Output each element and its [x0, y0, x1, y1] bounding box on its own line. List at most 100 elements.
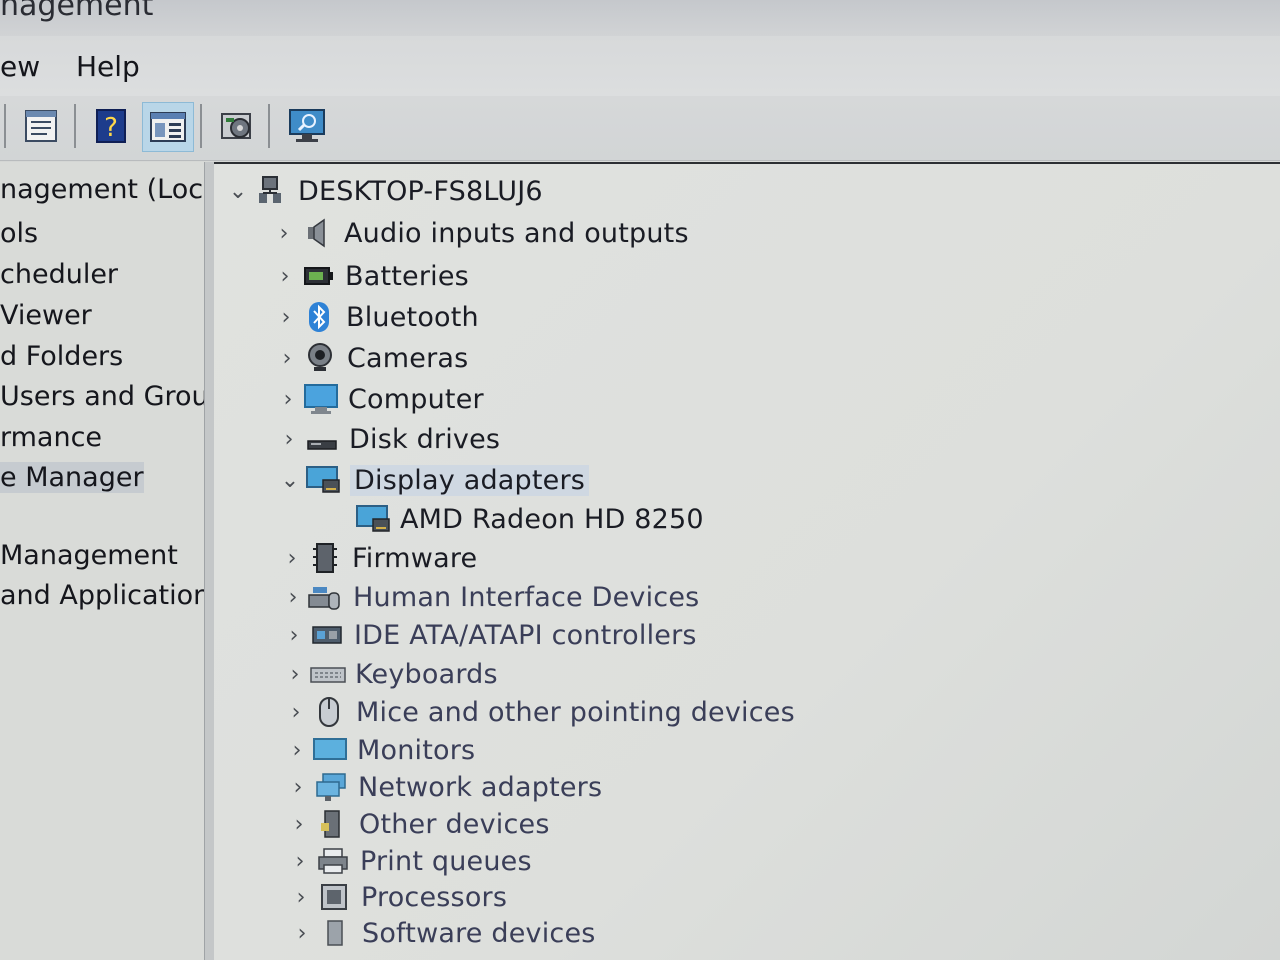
- left-tree-label: e Manager: [0, 462, 144, 493]
- left-tree-label: nagement (Local: [0, 174, 204, 205]
- tree-leaf-device[interactable]: AMD Radeon HD 8250: [354, 500, 704, 538]
- ide-controller-icon: [308, 618, 346, 652]
- left-tree-item[interactable]: rmance: [0, 422, 102, 453]
- node-label: Print queues: [360, 845, 532, 877]
- properties-icon: [25, 110, 57, 142]
- chevron-right-icon[interactable]: ›: [280, 623, 308, 648]
- toolbar-separator: [74, 104, 76, 148]
- left-tree-item[interactable]: Users and Groups: [0, 381, 204, 412]
- tree-node[interactable]: › IDE ATA/ATAPI controllers: [280, 616, 697, 654]
- tree-node[interactable]: › Bluetooth: [272, 298, 479, 336]
- device-tree: ⌄ DESKTOP-FS8LUJ6 › Audio inputs and out…: [214, 162, 1280, 960]
- chevron-right-icon[interactable]: ›: [279, 585, 307, 610]
- help-icon: ?: [96, 109, 126, 143]
- disk-drive-icon: [303, 422, 341, 456]
- tree-node[interactable]: › Monitors: [283, 731, 476, 769]
- help-button[interactable]: ?: [86, 102, 136, 150]
- left-tree-item-device-manager[interactable]: e Manager: [0, 462, 144, 493]
- node-label: Keyboards: [355, 658, 498, 690]
- other-devices-icon: [313, 807, 351, 841]
- mouse-icon: [310, 695, 348, 729]
- monitor-icon: [311, 733, 349, 767]
- scan-hardware-button[interactable]: [282, 102, 332, 150]
- node-label: Processors: [361, 881, 508, 913]
- left-tree-label: cheduler: [0, 259, 119, 290]
- chevron-right-icon[interactable]: ›: [284, 775, 312, 800]
- left-tree-label: rmance: [0, 422, 103, 453]
- tree-node[interactable]: › Firmware: [278, 539, 478, 577]
- node-label: Software devices: [362, 917, 596, 949]
- chevron-right-icon[interactable]: ›: [288, 921, 316, 946]
- chevron-right-icon[interactable]: ›: [283, 738, 311, 763]
- node-label: Bluetooth: [346, 301, 479, 333]
- tree-node[interactable]: › Batteries: [271, 257, 469, 295]
- chevron-right-icon[interactable]: ›: [286, 849, 314, 874]
- computer-management-window: nagement ew Help ? nagement (Loc ols che…: [0, 0, 1280, 960]
- left-tree-label: d Folders: [0, 341, 124, 372]
- tree-node[interactable]: › Audio inputs and outputs: [270, 214, 689, 252]
- chevron-right-icon[interactable]: ›: [275, 427, 303, 452]
- node-label: Other devices: [359, 808, 550, 840]
- console-tree: nagement (Local ols cheduler Viewer d Fo…: [0, 162, 204, 960]
- node-label: IDE ATA/ATAPI controllers: [354, 619, 697, 651]
- display-adapter-icon: [354, 502, 392, 536]
- left-tree-item[interactable]: Viewer: [0, 300, 92, 331]
- properties-button[interactable]: [16, 102, 66, 150]
- left-tree-label: ols: [0, 218, 39, 249]
- left-tree-item[interactable]: cheduler: [0, 259, 118, 290]
- speaker-icon: [298, 216, 336, 250]
- node-label: Human Interface Devices: [353, 581, 700, 613]
- update-driver-icon: [221, 113, 251, 139]
- camera-icon: [301, 341, 339, 375]
- node-label: Cameras: [347, 342, 469, 374]
- tree-node[interactable]: › Cameras: [273, 339, 469, 377]
- tree-node[interactable]: › Print queues: [286, 842, 532, 880]
- left-tree-item[interactable]: nagement (Local: [0, 174, 204, 205]
- chevron-right-icon[interactable]: ›: [272, 305, 300, 330]
- chevron-down-icon[interactable]: ⌄: [276, 468, 304, 493]
- window-title: nagement: [0, 0, 154, 23]
- left-tree-label: Management: [0, 540, 178, 571]
- tree-node[interactable]: › Network adapters: [284, 768, 602, 806]
- node-label: Audio inputs and outputs: [344, 217, 689, 249]
- menu-help[interactable]: Help: [76, 50, 140, 83]
- chevron-right-icon[interactable]: ›: [274, 387, 302, 412]
- title-bar: nagement: [0, 0, 1280, 36]
- chevron-right-icon[interactable]: ›: [281, 662, 309, 687]
- tree-node[interactable]: › Human Interface Devices: [279, 578, 700, 616]
- tree-node[interactable]: › Disk drives: [275, 420, 500, 458]
- battery-icon: [299, 259, 337, 293]
- root-label: DESKTOP-FS8LUJ6: [298, 175, 543, 207]
- tree-node-display-adapters[interactable]: ⌄ Display adapters: [276, 461, 590, 499]
- chevron-right-icon[interactable]: ›: [287, 885, 315, 910]
- tree-node[interactable]: › Processors: [287, 878, 507, 916]
- left-tree-item[interactable]: d Folders: [0, 341, 123, 372]
- tree-node[interactable]: › Computer: [274, 380, 484, 418]
- left-tree-item[interactable]: and Applications: [0, 580, 204, 611]
- tree-node[interactable]: › Mice and other pointing devices: [282, 693, 795, 731]
- node-label: Mice and other pointing devices: [356, 696, 795, 728]
- chevron-right-icon[interactable]: ›: [270, 221, 298, 246]
- chevron-down-icon[interactable]: ⌄: [224, 179, 252, 204]
- node-label: Batteries: [345, 260, 469, 292]
- chevron-right-icon[interactable]: ›: [271, 264, 299, 289]
- tree-node[interactable]: › Keyboards: [281, 655, 498, 693]
- chevron-right-icon[interactable]: ›: [282, 700, 310, 725]
- left-tree-item[interactable]: Management: [0, 540, 178, 571]
- tree-node[interactable]: › Other devices: [285, 805, 550, 843]
- network-adapter-icon: [312, 770, 350, 804]
- show-hide-console-tree-button[interactable]: [142, 102, 194, 152]
- computer-network-icon: [252, 174, 290, 208]
- printer-icon: [314, 844, 352, 878]
- svg-text:?: ?: [104, 113, 118, 143]
- chevron-right-icon[interactable]: ›: [278, 546, 306, 571]
- tree-node[interactable]: › Software devices: [288, 914, 596, 952]
- node-label: Display adapters: [350, 464, 590, 496]
- update-driver-button[interactable]: [212, 102, 262, 150]
- left-tree-item[interactable]: ols: [0, 218, 38, 249]
- chevron-right-icon[interactable]: ›: [273, 346, 301, 371]
- tree-root[interactable]: ⌄ DESKTOP-FS8LUJ6: [224, 172, 543, 210]
- node-label: Firmware: [352, 542, 478, 574]
- menu-view[interactable]: ew: [0, 50, 40, 83]
- chevron-right-icon[interactable]: ›: [285, 812, 313, 837]
